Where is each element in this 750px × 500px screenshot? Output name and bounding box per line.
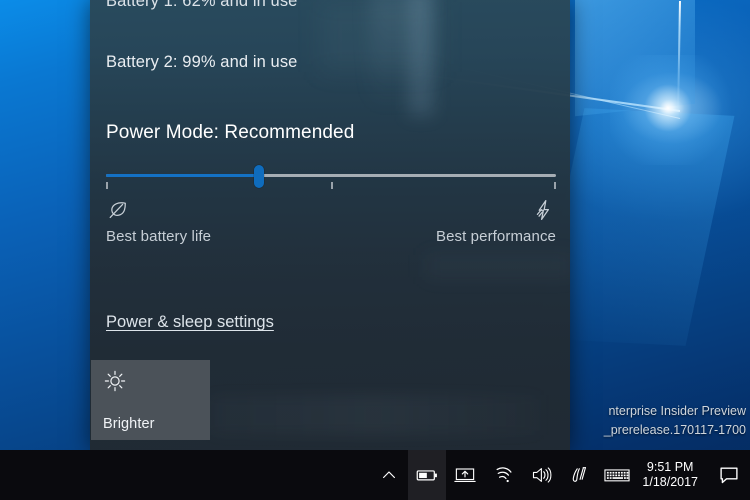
touch-keyboard-icon[interactable] [598, 450, 636, 500]
battery-2-status: Battery 2: 99% and in use [106, 53, 298, 71]
brighter-quick-action-tile[interactable]: Brighter [91, 360, 210, 440]
power-mode-slider[interactable] [106, 165, 556, 196]
power-and-sleep-settings-link[interactable]: Power & sleep settings [106, 313, 274, 332]
battery-flyout-panel[interactable]: Battery 1: 62% and in use Battery 2: 99%… [90, 0, 570, 450]
slider-tick-0 [106, 182, 108, 189]
battery-icon[interactable] [408, 450, 447, 500]
action-center-icon[interactable] [708, 450, 750, 500]
volume-icon[interactable] [522, 450, 560, 500]
slider-track-fill [106, 174, 259, 177]
slider-max-label: Best performance [436, 228, 556, 245]
slider-max-endpoint: Best performance [436, 198, 556, 245]
slider-tick-100 [554, 182, 556, 189]
brightness-sun-icon [103, 369, 127, 398]
clock-date: 1/18/2017 [642, 475, 698, 489]
brighter-tile-label: Brighter [103, 416, 155, 432]
system-tray[interactable] [370, 450, 636, 500]
slider-min-endpoint: Best battery life [106, 198, 211, 245]
leaf-icon [106, 198, 211, 224]
acrylic-blur-artifact-3 [320, 2, 440, 72]
battery-1-status: Battery 1: 62% and in use [106, 0, 298, 10]
slider-tick-50 [331, 182, 333, 189]
lightning-bolt-icon [436, 198, 556, 224]
wifi-icon[interactable] [484, 450, 522, 500]
show-hidden-icons-chevron-icon[interactable] [370, 450, 408, 500]
clock-time: 9:51 PM [646, 460, 694, 474]
windows-ink-pen-icon[interactable] [560, 450, 598, 500]
slider-thumb[interactable] [254, 165, 264, 188]
slider-min-label: Best battery life [106, 228, 212, 245]
power-mode-title: Power Mode: Recommended [106, 122, 355, 143]
taskbar[interactable]: 9:51 PM 1/18/2017 [0, 450, 750, 500]
wallpaper-light-burst [610, 55, 740, 165]
presentation-mode-icon[interactable] [446, 450, 484, 500]
acrylic-blur-artifact-4 [425, 255, 570, 277]
acrylic-blur-artifact-5 [210, 395, 540, 435]
taskbar-clock[interactable]: 9:51 PM 1/18/2017 [636, 450, 708, 500]
